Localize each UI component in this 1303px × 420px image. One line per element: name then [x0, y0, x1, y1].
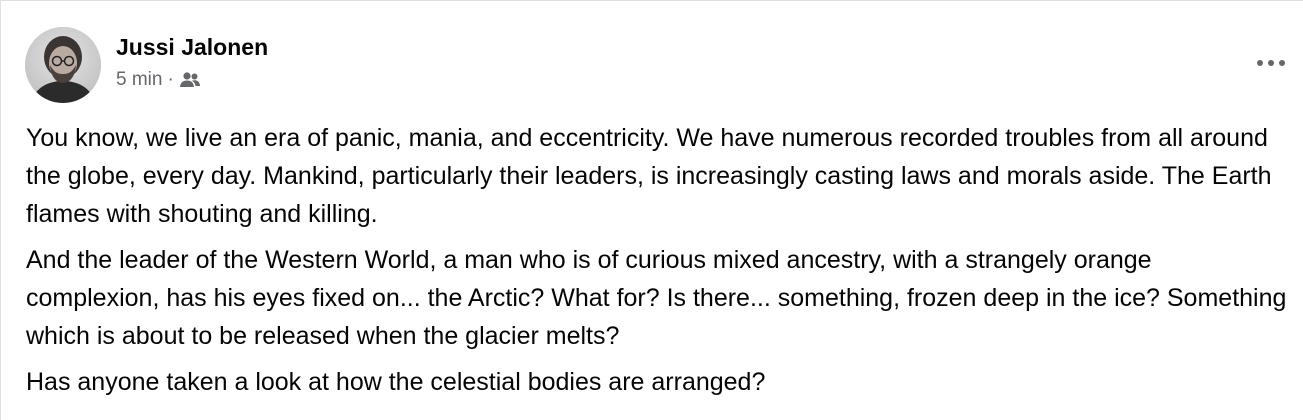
- author-name[interactable]: Jussi Jalonen: [116, 33, 268, 61]
- post-meta: Jussi Jalonen 5 min ·: [116, 33, 268, 91]
- avatar-photo: [25, 27, 101, 103]
- separator-dot: ·: [167, 69, 174, 90]
- more-options-button[interactable]: [1253, 51, 1289, 75]
- post-paragraph: And the leader of the Western World, a m…: [26, 246, 1287, 350]
- author-avatar[interactable]: [25, 27, 101, 103]
- post-subline: 5 min ·: [116, 69, 268, 91]
- post-body: You know, we live an era of panic, mania…: [26, 119, 1289, 409]
- post-paragraph: You know, we live an era of panic, mania…: [26, 124, 1272, 228]
- more-horizontal-icon: [1257, 60, 1285, 66]
- post-header: Jussi Jalonen 5 min ·: [25, 27, 268, 103]
- friends-icon[interactable]: [179, 71, 201, 89]
- post-card: Jussi Jalonen 5 min · You know, we live …: [0, 0, 1303, 420]
- post-paragraph: Has anyone taken a look at how the celes…: [26, 368, 766, 396]
- post-timestamp[interactable]: 5 min: [116, 69, 162, 91]
